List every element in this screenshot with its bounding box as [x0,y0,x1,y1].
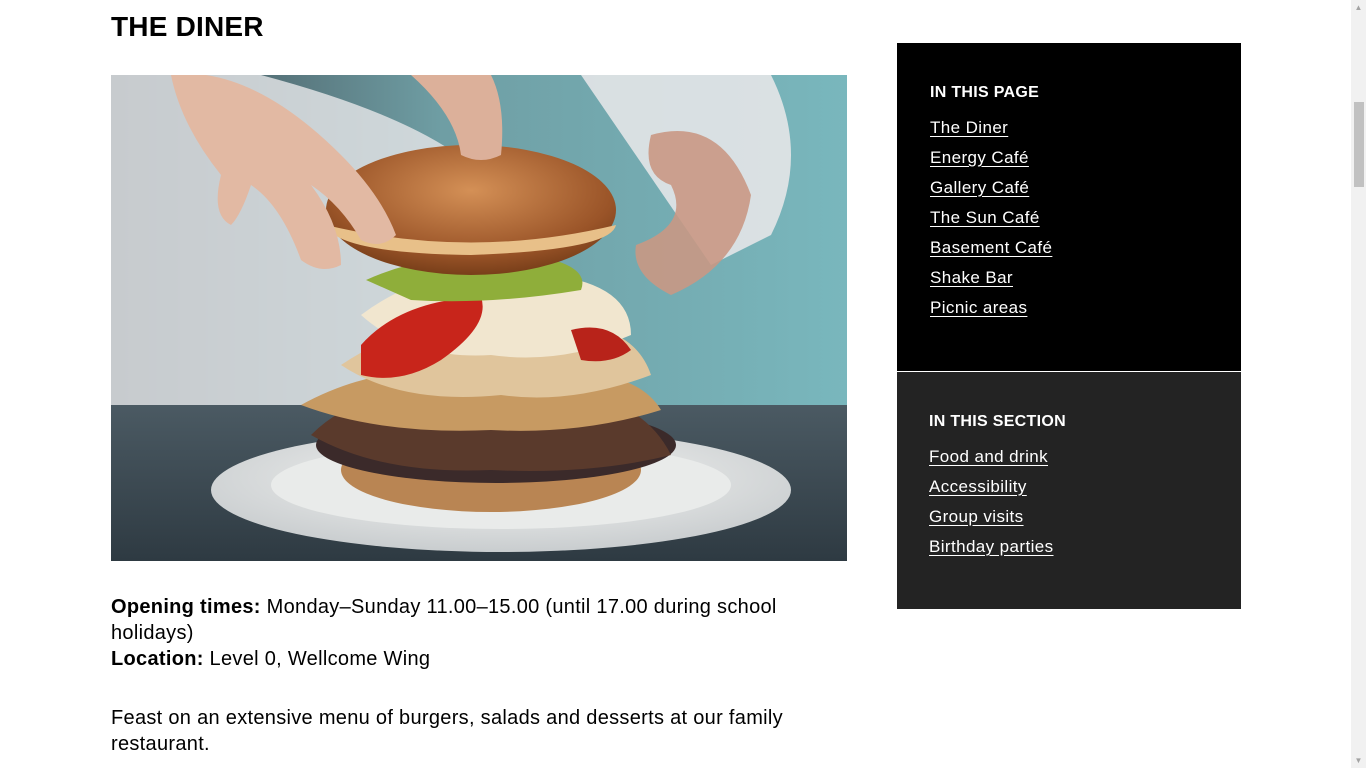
list-item: Food and drink [929,446,1209,476]
link-picnic-areas[interactable]: Picnic areas [930,298,1027,317]
in-this-section-panel: IN THIS SECTION Food and drink Accessibi… [897,372,1241,609]
opening-times: Opening times: Monday–Sunday 11.00–15.00… [111,594,847,646]
venue-info: Opening times: Monday–Sunday 11.00–15.00… [111,594,847,672]
list-item: The Sun Café [930,207,1208,237]
list-item: Group visits [929,506,1209,536]
link-energy-cafe[interactable]: Energy Café [930,148,1029,167]
in-this-page-list: The Diner Energy Café Gallery Café The S… [930,117,1208,327]
list-item: The Diner [930,117,1208,147]
link-birthday-parties[interactable]: Birthday parties [929,537,1054,556]
list-item: Basement Café [930,237,1208,267]
sidebar: IN THIS PAGE The Diner Energy Café Galle… [897,43,1241,609]
in-this-section-list: Food and drink Accessibility Group visit… [929,446,1209,566]
list-item: Shake Bar [930,267,1208,297]
in-this-section-heading: IN THIS SECTION [929,413,1066,430]
list-item: Gallery Café [930,177,1208,207]
hero-image [111,75,847,561]
opening-times-label: Opening times: [111,596,261,618]
triangle-up-icon[interactable]: ▲ [1351,0,1366,15]
location: Location: Level 0, Wellcome Wing [111,646,847,672]
list-item: Accessibility [929,476,1209,506]
in-this-page-heading: IN THIS PAGE [930,84,1040,101]
location-label: Location: [111,648,204,670]
scrollbar-thumb[interactable] [1354,102,1364,187]
list-item: Picnic areas [930,297,1208,327]
link-gallery-cafe[interactable]: Gallery Café [930,178,1029,197]
link-basement-cafe[interactable]: Basement Café [930,238,1052,257]
location-value: Level 0, Wellcome Wing [203,648,431,670]
vertical-scrollbar[interactable]: ▲ ▼ [1351,0,1366,768]
link-accessibility[interactable]: Accessibility [929,477,1027,496]
link-shake-bar[interactable]: Shake Bar [930,268,1013,287]
page-title: THE DINER [111,11,264,42]
page: THE DINER Opening times: Monday–Sunday 1… [0,0,1366,768]
link-the-sun-cafe[interactable]: The Sun Café [930,208,1040,227]
intro-text: Feast on an extensive menu of burgers, s… [111,707,783,755]
link-the-diner[interactable]: The Diner [930,118,1008,137]
link-group-visits[interactable]: Group visits [929,507,1024,526]
triangle-down-icon[interactable]: ▼ [1351,753,1366,768]
list-item: Energy Café [930,147,1208,177]
list-item: Birthday parties [929,536,1209,566]
in-this-page-panel: IN THIS PAGE The Diner Energy Café Galle… [897,43,1241,371]
link-food-and-drink[interactable]: Food and drink [929,447,1048,466]
